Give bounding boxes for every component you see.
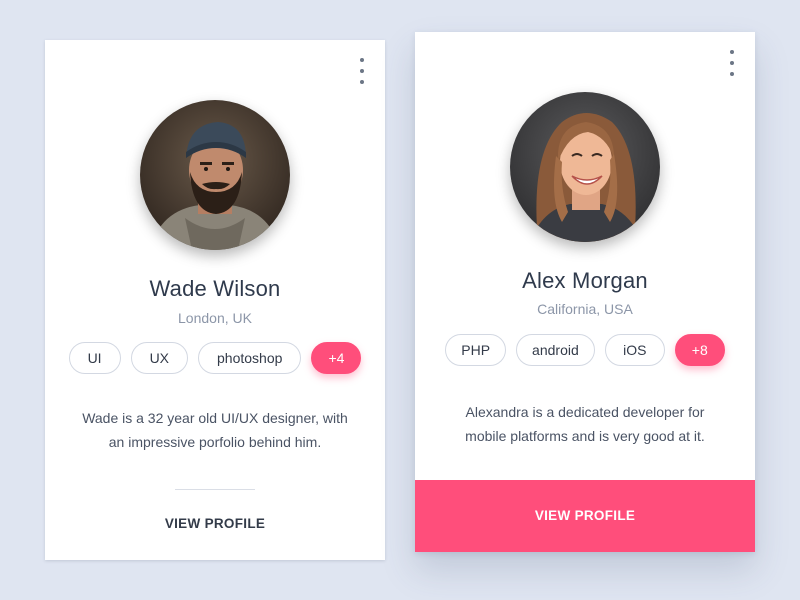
profile-card-wade: Wade Wilson London, UK UI UX photoshop +…	[45, 40, 385, 560]
divider	[175, 489, 255, 490]
tag-ios[interactable]: iOS	[604, 334, 665, 366]
tag-android[interactable]: android	[516, 334, 595, 366]
tag-php[interactable]: PHP	[445, 334, 507, 366]
profile-card-alex: Alex Morgan California, USA PHP android …	[415, 32, 755, 552]
profile-location: California, USA	[537, 301, 633, 317]
skill-tags: UI UX photoshop +4	[45, 342, 385, 374]
profile-cards-stage: Wade Wilson London, UK UI UX photoshop +…	[0, 0, 800, 600]
avatar[interactable]	[510, 92, 660, 242]
more-options-icon[interactable]	[357, 58, 367, 84]
avatar-photo-wade	[140, 100, 290, 250]
view-profile-button[interactable]: VIEW PROFILE	[45, 516, 385, 531]
profile-name: Alex Morgan	[522, 268, 648, 293]
tag-ux[interactable]: UX	[130, 342, 189, 374]
tag-ui[interactable]: UI	[68, 342, 121, 374]
more-tags-badge[interactable]: +8	[674, 334, 725, 366]
view-profile-button[interactable]: VIEW PROFILE	[415, 480, 755, 552]
tag-photoshop[interactable]: photoshop	[198, 342, 302, 374]
avatar[interactable]	[140, 100, 290, 250]
avatar-photo-alex	[510, 92, 660, 242]
profile-bio: Wade is a 32 year old UI/UX designer, wi…	[82, 410, 348, 450]
profile-bio: Alexandra is a dedicated developer for m…	[465, 404, 705, 444]
profile-location: London, UK	[178, 310, 252, 326]
more-tags-badge[interactable]: +4	[311, 342, 362, 374]
skill-tags: PHP android iOS +8	[415, 334, 755, 366]
more-options-icon[interactable]	[727, 50, 737, 76]
profile-name: Wade Wilson	[149, 276, 281, 301]
